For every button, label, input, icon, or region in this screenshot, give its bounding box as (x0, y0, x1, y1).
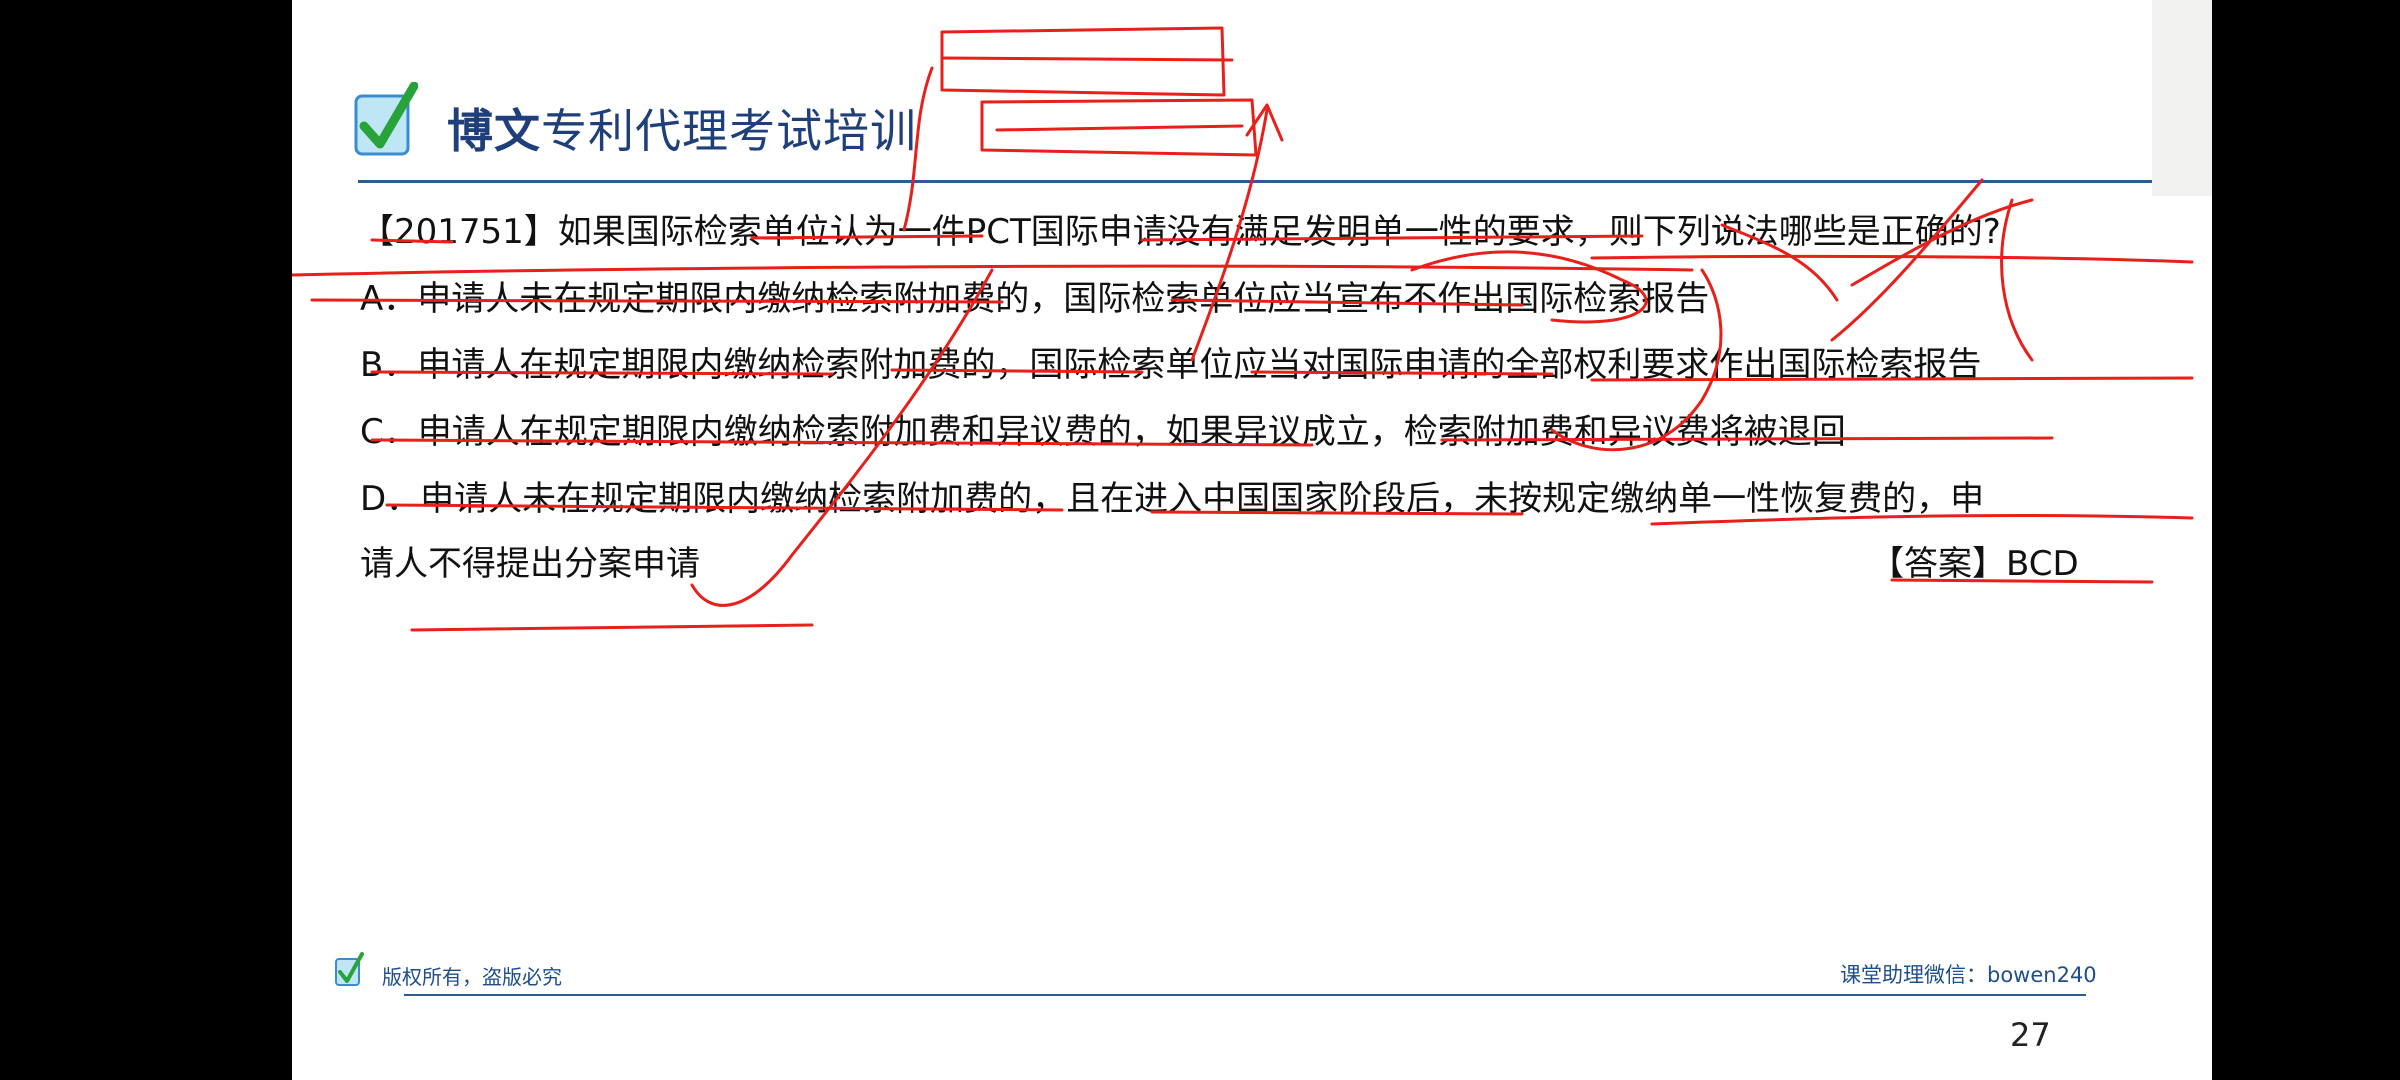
option-d-line1: D．申请人未在规定期限内缴纳检索附加费的，且在进入中国国家阶段后，未按规定缴纳单… (360, 479, 1985, 519)
webcam-feed (2152, 0, 2212, 196)
question-stem: 【201751】如果国际检索单位认为一件PCT国际申请没有满足发明单一性的要求，… (360, 212, 2001, 252)
option-d-line2: 请人不得提出分案申请 (360, 544, 700, 584)
option-b: B．申请人在规定期限内缴纳检索附加费的，国际检索单位应当对国际申请的全部权利要求… (360, 345, 1982, 385)
copyright-text: 版权所有，盗版必究 (382, 965, 562, 989)
checkmark-logo-icon (354, 82, 418, 156)
assistant-wechat: 课堂助理微信：bowen240 (1840, 963, 2097, 987)
brand-title: 博文专利代理考试培训 (447, 95, 917, 161)
page-number: 27 (2010, 1016, 2051, 1054)
slide: 博文专利代理考试培训 【201751】如果国际检索单位认为一件PCT国际申请没有… (292, 0, 2212, 1080)
brand-bold: 博文 (447, 104, 541, 158)
header-rule (358, 180, 2158, 183)
option-a: A．申请人未在规定期限内缴纳检索附加费的，国际检索单位应当宣布不作出国际检索报告 (360, 279, 1710, 319)
footer-rule (404, 994, 2086, 996)
option-c: C．申请人在规定期限内缴纳检索附加费和异议费的，如果异议成立，检索附加费和异议费… (360, 412, 1846, 452)
presenter-video-icon (2152, 0, 2212, 196)
checkmark-small-icon (335, 952, 364, 986)
answer-label: 【答案】BCD (1870, 544, 2079, 584)
brand-rest: 专利代理考试培训 (541, 104, 917, 158)
